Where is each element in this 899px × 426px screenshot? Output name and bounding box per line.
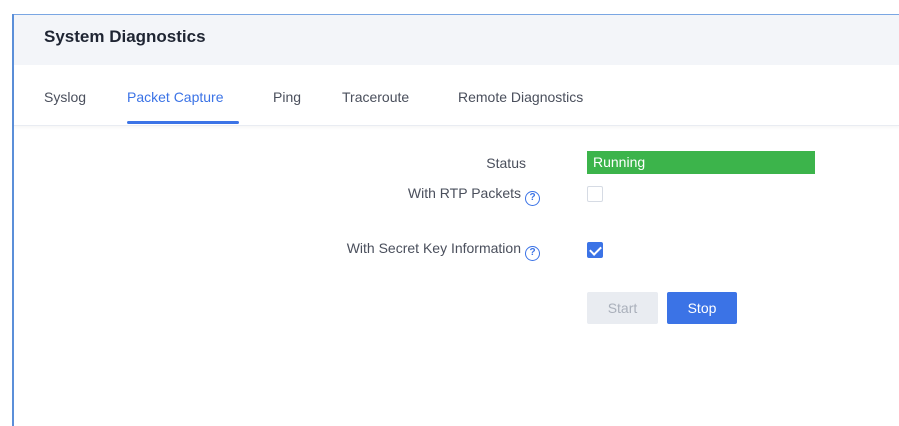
page-header: System Diagnostics xyxy=(14,15,899,65)
tab-remote-diagnostics[interactable]: Remote Diagnostics xyxy=(458,89,583,105)
help-icon[interactable]: ? xyxy=(525,246,540,261)
tab-syslog[interactable]: Syslog xyxy=(44,89,86,105)
help-icon[interactable]: ? xyxy=(525,191,540,206)
stop-button[interactable]: Stop xyxy=(667,292,737,324)
app-frame: System Diagnostics Syslog Packet Capture… xyxy=(0,0,899,426)
rtp-packets-checkbox[interactable] xyxy=(587,186,603,202)
status-label: Status xyxy=(486,155,526,171)
status-badge: Running xyxy=(587,151,815,174)
secret-key-row-label: With Secret Key Information? xyxy=(200,240,540,261)
rtp-packets-row-label: With RTP Packets? xyxy=(300,185,540,206)
start-button[interactable]: Start xyxy=(587,292,658,324)
secret-key-checkbox[interactable] xyxy=(587,242,603,258)
tab-packet-capture[interactable]: Packet Capture xyxy=(127,89,224,105)
secret-key-label: With Secret Key Information xyxy=(346,240,521,256)
page-title: System Diagnostics xyxy=(44,27,206,46)
tab-ping[interactable]: Ping xyxy=(273,89,301,105)
tab-bar: Syslog Packet Capture Ping Traceroute Re… xyxy=(14,65,899,126)
active-tab-indicator xyxy=(127,121,239,124)
rtp-packets-label: With RTP Packets xyxy=(407,185,521,201)
tab-traceroute[interactable]: Traceroute xyxy=(342,89,409,105)
